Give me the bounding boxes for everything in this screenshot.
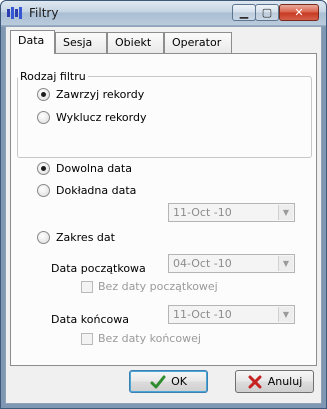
close-icon: ✕: [294, 6, 304, 19]
radio-date-range[interactable]: Zakres dat: [37, 231, 115, 244]
filter-dialog-window: Filtry ▁ ▢ ✕ Data Sesja Obiekt Operator: [0, 0, 327, 409]
radio-exact-date[interactable]: Dokładna data: [37, 184, 136, 197]
tab-sesja[interactable]: Sesja: [55, 32, 107, 53]
radio-indicator: [37, 162, 50, 175]
maximize-button[interactable]: ▢: [255, 4, 279, 21]
cancel-button[interactable]: Anuluj: [235, 370, 314, 393]
chevron-down-icon[interactable]: ▼: [278, 256, 293, 271]
checkbox-box: [81, 280, 93, 293]
radio-indicator: [37, 231, 50, 244]
start-date-label: Data początkowa: [51, 262, 146, 275]
app-icon: [7, 7, 22, 19]
radio-any-date[interactable]: Dowolna data: [37, 162, 132, 175]
start-date-picker[interactable]: 04-Oct -10 ▼: [168, 254, 295, 273]
chevron-down-icon[interactable]: ▼: [278, 205, 293, 220]
exact-date-picker[interactable]: 11-Oct -10 ▼: [168, 203, 295, 222]
end-date-label: Data końcowa: [51, 313, 129, 326]
end-date-picker[interactable]: 11-Oct -10 ▼: [168, 305, 295, 324]
title-bar[interactable]: Filtry ▁ ▢ ✕: [1, 1, 326, 25]
no-end-date-checkbox[interactable]: Bez daty końcowej: [81, 332, 201, 345]
no-start-date-checkbox[interactable]: Bez daty początkowej: [81, 280, 218, 293]
radio-indicator: [37, 111, 50, 124]
radio-indicator: [37, 88, 50, 101]
filter-type-legend: Rodzaj filtru: [18, 70, 88, 83]
tab-obiekt[interactable]: Obiekt: [107, 32, 164, 53]
checkbox-box: [81, 332, 93, 345]
radio-exclude-records[interactable]: Wyklucz rekordy: [37, 111, 147, 124]
ok-button[interactable]: OK: [129, 370, 208, 393]
checkmark-icon: [150, 375, 166, 388]
maximize-icon: ▢: [261, 6, 273, 19]
dialog-client-area: Data Sesja Obiekt Operator Rodzaj filtru…: [5, 26, 322, 404]
tab-panel-data: Rodzaj filtru Zawrzyj rekordy Wyklucz re…: [10, 53, 317, 366]
tab-operator[interactable]: Operator: [164, 32, 232, 53]
minimize-button[interactable]: ▁: [232, 4, 256, 21]
minimize-icon: ▁: [239, 6, 249, 19]
cross-icon: [248, 375, 262, 388]
close-button[interactable]: ✕: [279, 4, 319, 21]
window-title: Filtry: [29, 6, 59, 20]
chevron-down-icon[interactable]: ▼: [278, 307, 293, 322]
radio-indicator: [37, 184, 50, 197]
radio-include-records[interactable]: Zawrzyj rekordy: [37, 88, 144, 101]
tab-data[interactable]: Data: [10, 30, 55, 54]
